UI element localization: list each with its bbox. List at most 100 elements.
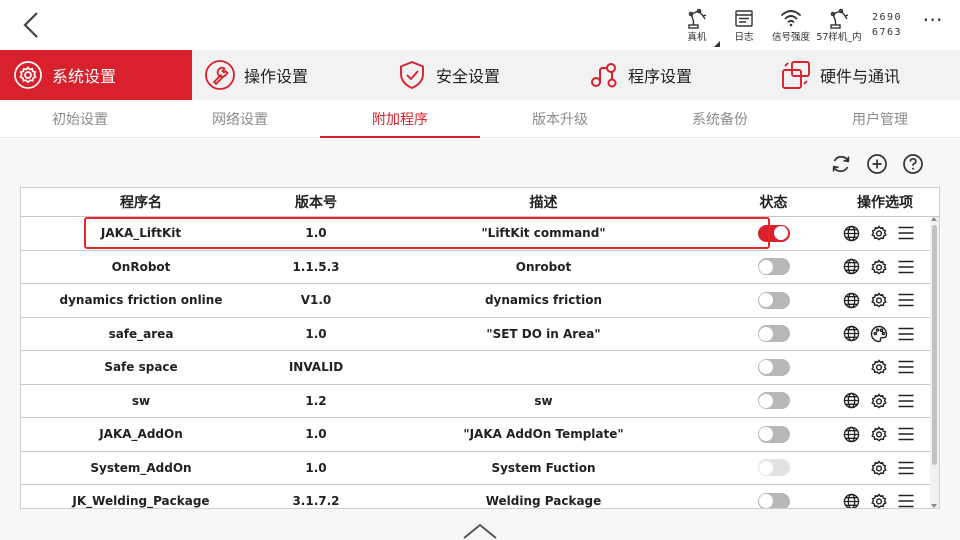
status-toggle[interactable] (757, 392, 790, 410)
globe-icon[interactable] (842, 224, 861, 243)
scrollbar-thumb[interactable] (932, 225, 937, 465)
status-toggle[interactable] (757, 425, 790, 443)
serial-number: 2690 6763 (872, 10, 902, 40)
cell-status (716, 418, 831, 451)
cell-description: System Fuction (491, 460, 596, 475)
menu-icon[interactable] (896, 291, 915, 310)
gear-icon[interactable] (869, 391, 888, 410)
cell-version: 1.1.5.3 (292, 259, 340, 274)
menu-icon[interactable] (896, 324, 915, 343)
header-program-name: 程序名 (120, 195, 162, 211)
palette-icon[interactable] (869, 324, 888, 343)
menu-icon[interactable] (896, 391, 915, 410)
subtab-initial-settings[interactable]: 初始设置 (0, 100, 160, 137)
table-body: JAKA_LiftKit 1.0 "LiftKit command" OnRobot 1… (21, 217, 939, 509)
table-row[interactable]: JAKA_AddOn 1.0 "JAKA AddOn Template" (21, 418, 939, 452)
gear-icon[interactable] (869, 358, 888, 377)
status-real-robot[interactable]: 真机 (680, 4, 714, 48)
subtab-network-settings[interactable]: 网络设置 (160, 100, 320, 137)
tab-hardware-communication[interactable]: 硬件与通讯 (768, 50, 960, 100)
cell-program-name: JK_Welding_Package (72, 494, 210, 509)
table-scrollbar[interactable] (930, 217, 939, 508)
menu-icon[interactable] (896, 257, 915, 276)
globe-icon[interactable] (842, 324, 861, 343)
table-row[interactable]: JK_Welding_Package 3.1.7.2 Welding Package (21, 485, 939, 509)
subtab-system-backup[interactable]: 系统备份 (640, 100, 800, 137)
refresh-icon (832, 155, 850, 173)
tab-safety-settings[interactable]: 安全设置 (384, 50, 576, 100)
add-button[interactable] (865, 152, 889, 176)
status-toggle[interactable] (757, 325, 790, 343)
program-icon (588, 59, 620, 91)
cell-program-name: sw (131, 393, 151, 408)
tab-system-settings[interactable]: 系统设置 (0, 50, 192, 100)
scroll-down-icon[interactable] (931, 504, 937, 508)
status-toggle[interactable] (757, 224, 790, 242)
globe-icon[interactable] (842, 291, 861, 310)
header-operations: 操作选项 (857, 195, 913, 211)
gear-icon[interactable] (869, 458, 888, 477)
gear-icon[interactable] (869, 492, 888, 508)
menu-icon[interactable] (896, 425, 915, 444)
status-toggle[interactable] (757, 358, 790, 376)
cell-status (716, 284, 831, 317)
status-toggle (757, 459, 790, 477)
subtab-addon-programs[interactable]: 附加程序 (320, 100, 480, 138)
tab-label: 系统设置 (52, 67, 117, 86)
status-toggle[interactable] (757, 291, 790, 309)
tab-program-settings[interactable]: 程序设置 (576, 50, 768, 100)
robot-arm-icon (688, 8, 707, 29)
status-signal[interactable]: 信号强度 (770, 4, 812, 48)
cell-operations (831, 217, 939, 250)
add-icon (867, 154, 887, 174)
log-icon (735, 10, 753, 27)
tab-operation-settings[interactable]: 操作设置 (192, 50, 384, 100)
menu-icon[interactable] (896, 358, 915, 377)
table-row[interactable]: OnRobot 1.1.5.3 Onrobot (21, 250, 939, 284)
tab-label: 硬件与通讯 (820, 67, 901, 86)
table-row[interactable]: dynamics friction online V1.0 dynamics fri… (21, 284, 939, 318)
globe-icon[interactable] (842, 492, 861, 508)
status-label-log: 日志 (734, 32, 754, 43)
globe-icon[interactable] (842, 391, 861, 410)
status-label-robot: 57样机_内 (816, 32, 862, 43)
subtab-version-upgrade[interactable]: 版本升级 (480, 100, 640, 137)
table-row[interactable]: sw 1.2 sw (21, 384, 939, 418)
cell-operations (831, 351, 939, 384)
back-button[interactable] (14, 8, 48, 42)
globe-icon[interactable] (842, 425, 861, 444)
expand-panel-handle[interactable] (462, 521, 498, 540)
cell-version: 1.0 (305, 226, 327, 241)
cell-version: INVALID (288, 360, 344, 375)
globe-icon[interactable] (842, 257, 861, 276)
status-label-real: 真机 (687, 32, 707, 43)
system-settings-icon (12, 59, 44, 91)
status-toggle[interactable] (757, 492, 790, 508)
gear-icon[interactable] (869, 257, 888, 276)
status-log[interactable]: 日志 (728, 4, 760, 48)
gear-icon[interactable] (869, 425, 888, 444)
tab-label: 安全设置 (436, 67, 501, 86)
status-toggle[interactable] (757, 258, 790, 276)
status-label-signal: 信号强度 (771, 32, 810, 43)
gear-icon[interactable] (869, 291, 888, 310)
refresh-button[interactable] (829, 152, 853, 176)
table-row[interactable]: safe_area 1.0 "SET DO in Area" (21, 317, 939, 351)
sub-tab-bar: 初始设置 网络设置 附加程序 版本升级 系统备份 用户管理 (0, 100, 960, 138)
cell-operations (831, 318, 939, 351)
subtab-user-management[interactable]: 用户管理 (800, 100, 960, 137)
cell-version: 1.0 (305, 326, 327, 341)
table-row[interactable]: JAKA_LiftKit 1.0 "LiftKit command" (21, 217, 939, 251)
gear-icon[interactable] (869, 224, 888, 243)
menu-icon[interactable] (896, 224, 915, 243)
table-row[interactable]: Safe space INVALID (21, 351, 939, 385)
menu-icon[interactable] (896, 492, 915, 508)
cell-version: 3.1.7.2 (292, 494, 340, 509)
table-row[interactable]: System_AddOn 1.0 System Fuction (21, 451, 939, 485)
more-menu-button[interactable]: ⋯ (918, 9, 948, 34)
status-robot-name[interactable]: 57样机_内 (816, 4, 862, 48)
menu-icon[interactable] (896, 458, 915, 477)
scroll-up-icon[interactable] (931, 217, 937, 221)
help-button[interactable] (901, 152, 925, 176)
header-version: 版本号 (295, 195, 337, 211)
